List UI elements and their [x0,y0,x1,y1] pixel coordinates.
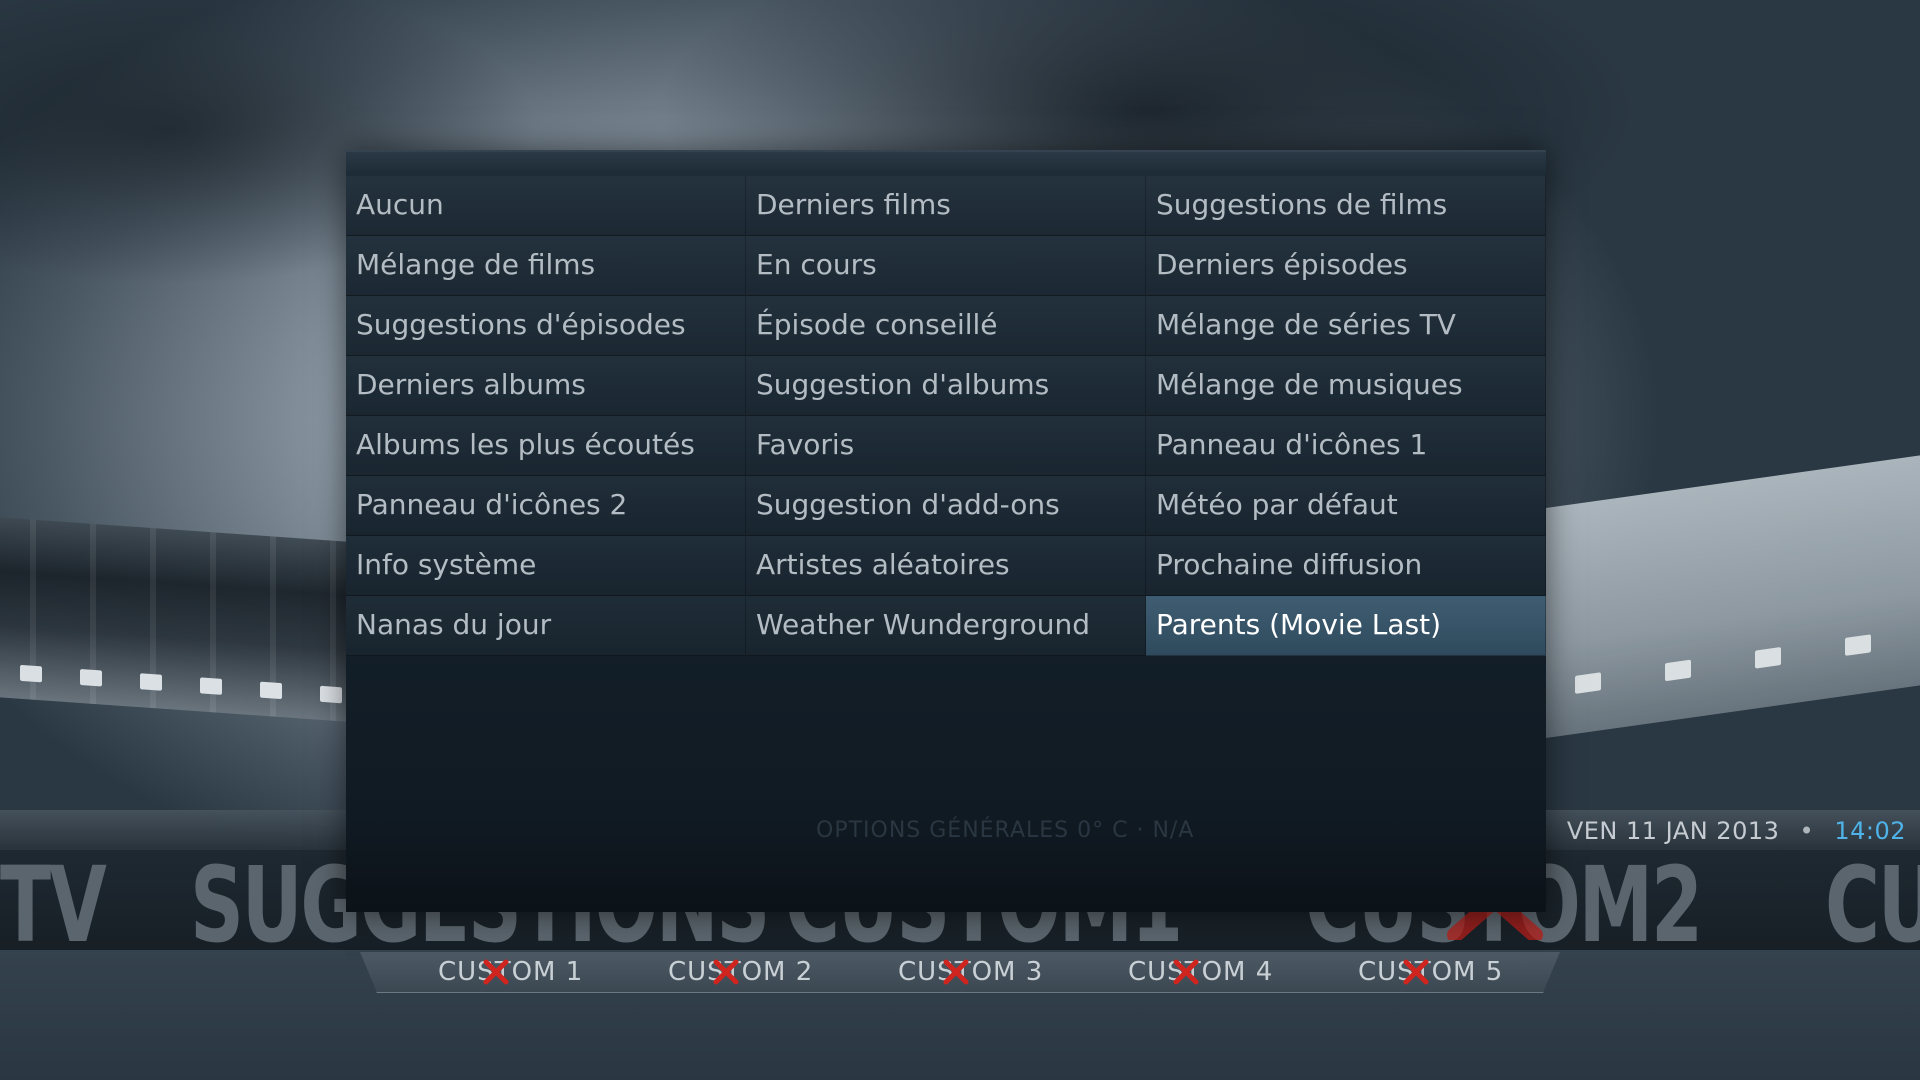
remove-mark-icon [713,959,739,985]
time-label: 14:02 [1834,817,1906,845]
option-item-selected[interactable]: Parents (Movie Last) [1146,596,1546,656]
option-item[interactable]: Prochaine diffusion [1146,536,1546,596]
option-item[interactable]: Derniers albums [346,356,746,416]
option-item[interactable]: Suggestions de films [1146,176,1546,236]
remove-mark-icon [1173,959,1199,985]
option-item[interactable]: Météo par défaut [1146,476,1546,536]
option-item[interactable]: Suggestion d'albums [746,356,1146,416]
option-item[interactable]: Mélange de musiques [1146,356,1546,416]
option-item[interactable]: Panneau d'icônes 1 [1146,416,1546,476]
separator-dot: • [1799,817,1815,845]
option-item[interactable]: Suggestion d'add-ons [746,476,1146,536]
main-menu-item-tv[interactable]: TV [0,850,107,950]
option-item[interactable]: Artistes aléatoires [746,536,1146,596]
option-item[interactable]: Épisode conseillé [746,296,1146,356]
option-item[interactable]: Info système [346,536,746,596]
sub-menu-item-custom-4[interactable]: CUSTOM 4 [1128,956,1273,988]
option-item[interactable]: Nanas du jour [346,596,746,656]
sub-menu-item-custom-3[interactable]: CUSTOM 3 [898,956,1043,988]
option-item[interactable]: Panneau d'icônes 2 [346,476,746,536]
main-menu-item-custom3[interactable]: CU [1825,850,1920,950]
option-item[interactable]: Mélange de séries TV [1146,296,1546,356]
option-item[interactable]: Aucun [346,176,746,236]
film-strip-left [0,517,360,723]
sub-menu-item-custom-1[interactable]: CUSTOM 1 [438,956,583,988]
option-item[interactable]: Suggestions d'épisodes [346,296,746,356]
option-item[interactable]: En cours [746,236,1146,296]
sub-menu-item-custom-5[interactable]: CUSTOM 5 [1358,956,1503,988]
remove-mark-icon [1403,959,1429,985]
option-item[interactable]: Albums les plus écoutés [346,416,746,476]
option-item[interactable]: Favoris [746,416,1146,476]
option-item[interactable]: Mélange de films [346,236,746,296]
remove-mark-icon [483,959,509,985]
footer-hint: OPTIONS GÉNÉRALES 0° C · N/A [816,818,1195,843]
remove-mark-icon [943,959,969,985]
sub-menu-item-custom-2[interactable]: CUSTOM 2 [668,956,813,988]
option-item[interactable]: Weather Wunderground [746,596,1146,656]
dialog-header [346,152,1546,172]
date-time: VEN 11 JAN 2013 • 14:02 [1567,816,1906,846]
option-item[interactable]: Derniers épisodes [1146,236,1546,296]
date-label: VEN 11 JAN 2013 [1566,817,1780,845]
option-item[interactable]: Derniers films [746,176,1146,236]
widget-select-dialog: Aucun Derniers films Suggestions de film… [346,150,1546,912]
